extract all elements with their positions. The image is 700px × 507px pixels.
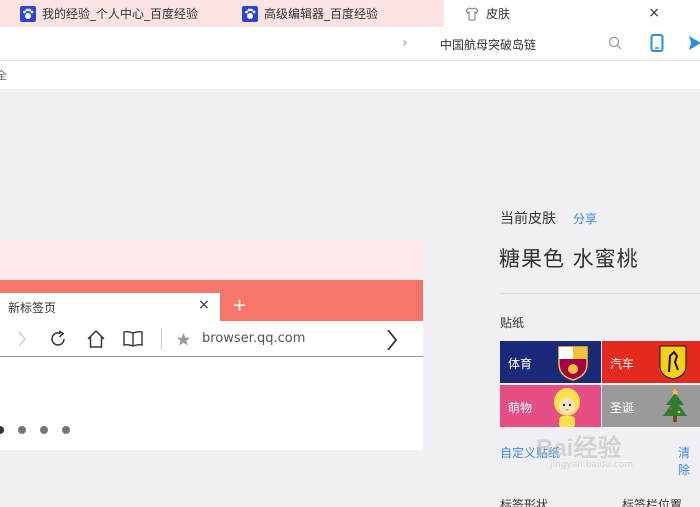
sticker-cars[interactable]: 汽车	[602, 341, 700, 383]
skin-preview: 新标签页 × + browser.qq.com	[0, 240, 423, 450]
tab-my-experience[interactable]: 我的经验_个人中心_百度经验	[0, 0, 226, 27]
chick-figure-icon	[554, 388, 580, 427]
star-icon	[177, 333, 190, 346]
divider	[500, 293, 700, 294]
sticker-label: 萌物	[508, 401, 533, 415]
send-icon[interactable]	[688, 35, 700, 51]
plus-icon: +	[232, 295, 248, 316]
sticker-label: 体育	[508, 357, 533, 371]
skin-name: 糖果色 水蜜桃	[499, 247, 639, 271]
pagination-dot[interactable]	[0, 426, 4, 434]
pagination-dot[interactable]	[62, 426, 70, 434]
watermark-subtext: jingyan.baidu.com	[550, 460, 634, 470]
tab-title: 皮肤	[486, 7, 511, 21]
nav-divider	[161, 328, 162, 350]
tab-title: 高级编辑器_百度经验	[264, 7, 379, 21]
stickers-label: 贴纸	[500, 316, 525, 330]
tab-close-icon[interactable]: ×	[648, 5, 660, 21]
current-skin-label: 当前皮肤	[500, 211, 556, 227]
tab-title: 我的经验_个人中心_百度经验	[42, 7, 199, 21]
bookmark-text: 全	[0, 69, 7, 82]
fcb-crest-icon	[558, 346, 588, 381]
baidu-paw-icon	[242, 5, 258, 22]
tab-shape-label: 标签形状	[500, 498, 549, 507]
home-icon	[87, 329, 105, 348]
ferrari-badge-icon	[659, 345, 687, 380]
tab-advanced-editor[interactable]: 高级编辑器_百度经验	[222, 0, 448, 27]
baidu-paw-icon	[20, 5, 36, 22]
tab-strip: 我的经验_个人中心_百度经验 高级编辑器_百度经验 皮肤 ×	[0, 0, 700, 27]
chevron-right-icon[interactable]: ›	[402, 35, 408, 51]
tab-skin[interactable]: 皮肤 ×	[444, 0, 700, 27]
forward-icon	[18, 331, 26, 347]
preview-tab-label: 新标签页	[8, 301, 57, 315]
preview-top-area	[0, 240, 423, 280]
toolbar: › 中国航母突破岛链	[0, 27, 700, 61]
preview-url: browser.qq.com	[202, 331, 306, 346]
pagination-dot[interactable]	[40, 426, 48, 434]
preview-pagination	[0, 426, 84, 434]
preview-navbar: browser.qq.com	[0, 321, 423, 357]
sticker-sports[interactable]: 体育	[500, 341, 601, 383]
sticker-cute[interactable]: 萌物	[500, 385, 601, 427]
reload-icon	[51, 330, 65, 346]
preview-tab: 新标签页 ×	[0, 293, 220, 321]
chevron-right-icon	[387, 329, 398, 351]
search-icon[interactable]	[608, 36, 622, 50]
sticker-christmas[interactable]: 圣诞	[602, 385, 700, 427]
sticker-label: 汽车	[610, 357, 635, 371]
phone-icon[interactable]	[650, 34, 664, 52]
shirt-icon	[465, 6, 479, 20]
bookmark-strip: 全	[0, 61, 700, 89]
pagination-dot[interactable]	[18, 426, 26, 434]
book-icon	[123, 330, 143, 347]
baidu-watermark: Bai经验 jingyan.baidu.com	[536, 428, 686, 474]
watermark-text: Bai经验	[536, 435, 622, 462]
close-icon: ×	[198, 297, 210, 313]
share-link[interactable]: 分享	[573, 210, 597, 227]
search-suggestion[interactable]: 中国航母突破岛链	[440, 36, 536, 53]
tab-position-label: 标签栏位置	[622, 498, 683, 507]
christmas-tree-icon	[663, 388, 687, 422]
sticker-label: 圣诞	[610, 401, 635, 415]
